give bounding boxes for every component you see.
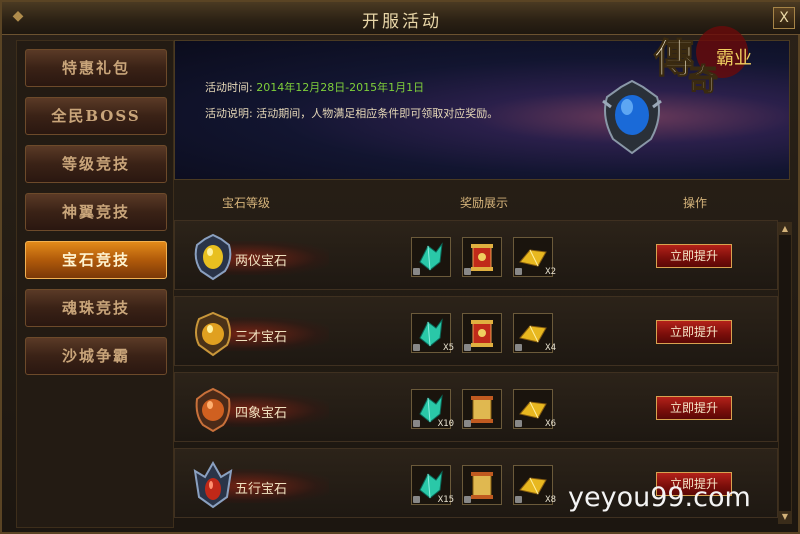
event-window: ◆ 开服活动 X 特惠礼包 全民BOSS 等级竞技 神翼竞技 宝石竞技 魂珠竞技…: [0, 0, 800, 534]
sidebar-item-soul-contest[interactable]: 魂珠竞技: [25, 289, 167, 327]
sixiang-gem-icon: [195, 387, 231, 433]
reward-qty: X10: [437, 419, 454, 429]
gem-name: 五行宝石: [235, 482, 288, 497]
sidebar-item-wing-contest[interactable]: 神翼竞技: [25, 193, 167, 231]
reward-qty: X2: [545, 267, 556, 277]
lock-icon: [515, 420, 522, 427]
close-button[interactable]: X: [773, 7, 795, 29]
header-gem-level: 宝石等级: [222, 196, 271, 210]
game-logo: 傳 奇 霸业: [650, 20, 760, 100]
lock-icon: [515, 268, 522, 275]
reward-slot[interactable]: [462, 465, 502, 505]
reward-qty: X6: [545, 419, 556, 429]
table-row: 四象宝石 X10 X6 立即提升: [174, 372, 778, 442]
reward-slot[interactable]: X6: [513, 389, 556, 429]
event-time: 活动时间: 2014年12月28日-2015年1月1日: [205, 79, 424, 95]
gem-name: 三才宝石: [235, 330, 288, 345]
lock-icon: [464, 496, 471, 503]
sidebar-item-gem-contest[interactable]: 宝石竞技: [25, 241, 167, 279]
event-time-label: 活动时间:: [205, 81, 253, 94]
header-action: 操作: [683, 196, 708, 210]
lock-icon: [413, 420, 420, 427]
lock-icon: [464, 268, 471, 275]
table-row: 两仪宝石 X2 立即提升: [174, 220, 778, 290]
lock-icon: [464, 420, 471, 427]
reward-slot[interactable]: X2: [513, 237, 556, 277]
reward-slot[interactable]: [462, 389, 502, 429]
table-row: 三才宝石 X5 X4 立即提升: [174, 296, 778, 366]
svg-text:霸业: 霸业: [716, 48, 752, 69]
liangyi-gem-icon: [194, 233, 232, 281]
logo-seal-icon: 傳 奇 霸业: [653, 26, 752, 99]
sidebar-item-level-contest[interactable]: 等级竞技: [25, 145, 167, 183]
reward-slot[interactable]: X15: [411, 465, 454, 505]
event-desc-label: 活动说明:: [205, 107, 253, 120]
reward-slot[interactable]: X5: [411, 313, 454, 353]
svg-text:奇: 奇: [688, 63, 718, 98]
wuxing-gem-icon: [193, 461, 233, 509]
watermark: yeyou99.com: [568, 482, 751, 513]
lock-icon: [515, 344, 522, 351]
reward-slot[interactable]: X4: [513, 313, 556, 353]
upgrade-now-button[interactable]: 立即提升: [656, 396, 732, 420]
header-reward: 奖励展示: [460, 196, 509, 210]
sidebar-item-world-boss[interactable]: 全民BOSS: [25, 97, 167, 135]
sidebar-item-special-gift[interactable]: 特惠礼包: [25, 49, 167, 87]
reward-slot[interactable]: X8: [513, 465, 556, 505]
gem-name: 四象宝石: [235, 406, 288, 421]
event-desc-value: 活动期间，人物满足相应条件即可领取对应奖励。: [256, 107, 499, 120]
scroll-up-icon[interactable]: ▲: [779, 223, 791, 235]
reward-qty: X5: [443, 343, 454, 353]
scrollbar[interactable]: ▲ ▼: [778, 222, 792, 524]
upgrade-now-button[interactable]: 立即提升: [656, 320, 732, 344]
lock-icon: [515, 496, 522, 503]
reward-slot[interactable]: [411, 237, 451, 277]
table-header: 宝石等级 奖励展示 操作: [174, 186, 778, 214]
lock-icon: [464, 344, 471, 351]
event-time-value: 2014年12月28日-2015年1月1日: [256, 81, 425, 94]
reward-qty: X4: [545, 343, 556, 353]
reward-slot[interactable]: X10: [411, 389, 454, 429]
sancai-gem-icon: [195, 311, 231, 357]
lock-icon: [413, 496, 420, 503]
reward-slot[interactable]: [462, 237, 502, 277]
lock-icon: [413, 268, 420, 275]
reward-qty: X8: [545, 495, 556, 505]
reward-qty: X15: [437, 495, 454, 505]
sidebar-item-castle-war[interactable]: 沙城争霸: [25, 337, 167, 375]
gem-name: 两仪宝石: [235, 254, 288, 269]
upgrade-now-button[interactable]: 立即提升: [656, 244, 732, 268]
lock-icon: [413, 344, 420, 351]
event-description: 活动说明: 活动期间，人物满足相应条件即可领取对应奖励。: [205, 105, 498, 121]
reward-table: 两仪宝石 X2 立即提升 三才宝石 X5 X4 立即提升 四象宝石 X10 X6…: [174, 220, 778, 526]
scroll-down-icon[interactable]: ▼: [779, 511, 791, 523]
sidebar: 特惠礼包 全民BOSS 等级竞技 神翼竞技 宝石竞技 魂珠竞技 沙城争霸: [16, 40, 174, 528]
reward-slot[interactable]: [462, 313, 502, 353]
